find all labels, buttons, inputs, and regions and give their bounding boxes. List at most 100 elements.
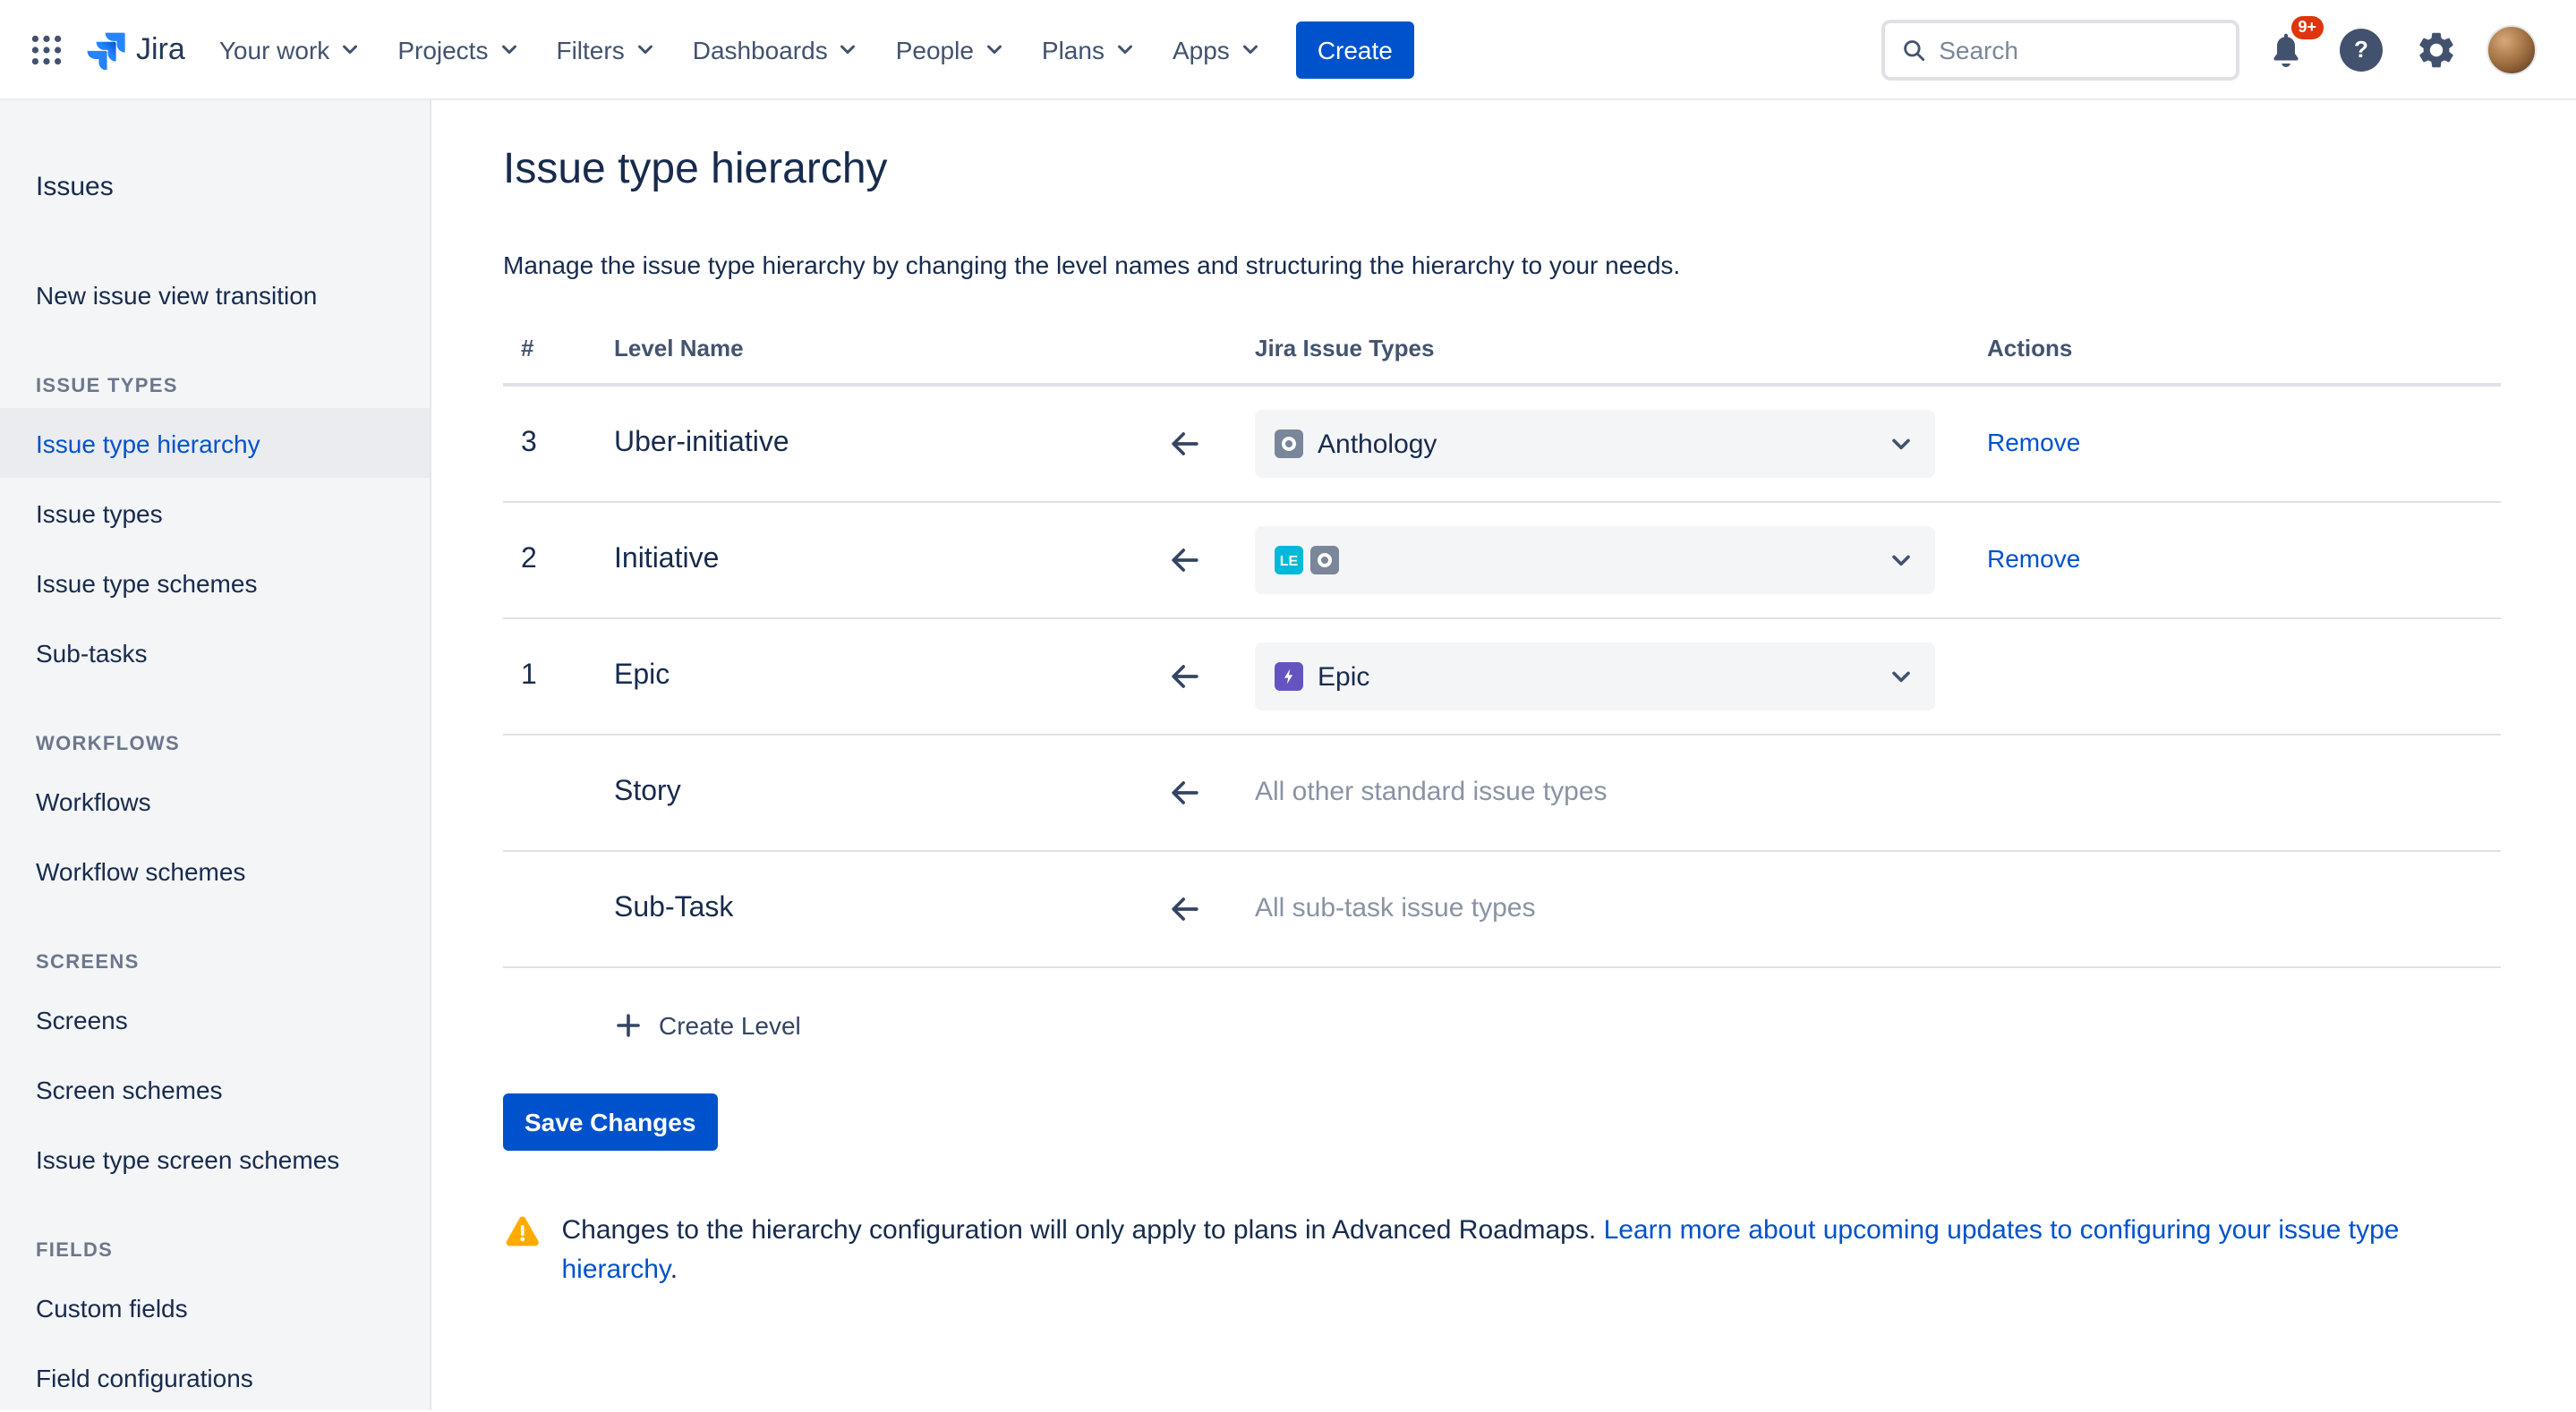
- sidebar-item-issue-type-hierarchy[interactable]: Issue type hierarchy: [0, 408, 430, 478]
- sidebar-item-sub-tasks[interactable]: Sub-tasks: [0, 617, 430, 687]
- notifications-button[interactable]: 9+: [2257, 21, 2315, 78]
- sidebar-item-new-issue-view-transition[interactable]: New issue view transition: [0, 259, 430, 329]
- issue-types-select[interactable]: LE: [1255, 526, 1935, 594]
- jira-logo-text: Jira: [136, 31, 185, 67]
- arrow-left-icon: [1165, 424, 1205, 464]
- table-row: 1 Epic Epic: [503, 619, 2501, 736]
- plus-icon: [614, 1011, 643, 1040]
- arrow-left-icon: [1165, 540, 1205, 580]
- table-row: 2 Initiative LE Remove: [503, 503, 2501, 619]
- search-box: [1881, 19, 2239, 80]
- settings-sidebar: Issues New issue view transition ISSUE T…: [0, 100, 431, 1410]
- arrow-left-icon: [1165, 657, 1205, 696]
- sidebar-item-screen-schemes[interactable]: Screen schemes: [0, 1054, 430, 1124]
- anthology-issue-type-icon: [1275, 430, 1303, 458]
- chevron-down-icon: [634, 38, 657, 61]
- column-header-issue-types: Jira Issue Types: [1255, 334, 1971, 361]
- chevron-down-icon: [1113, 38, 1137, 61]
- help-button[interactable]: ?: [2333, 21, 2390, 78]
- nav-item-apps[interactable]: Apps: [1156, 22, 1278, 76]
- search-input[interactable]: [1939, 35, 2220, 64]
- app-grid-icon: [30, 33, 63, 65]
- arrow-left-icon: [1165, 889, 1205, 929]
- level-name: Story: [614, 777, 1115, 809]
- chevron-down-icon: [1887, 546, 1915, 574]
- anthology-issue-type-icon: [1310, 546, 1339, 574]
- sidebar-heading-issue-types: ISSUE TYPES: [0, 376, 430, 397]
- notification-badge: 9+: [2290, 15, 2324, 38]
- table-row: 3 Uber-initiative Anthology Remove: [503, 387, 2501, 503]
- app-switcher-button[interactable]: [18, 21, 75, 78]
- chevron-down-icon: [1887, 662, 1915, 691]
- selected-issue-type-badges: LE: [1275, 546, 1339, 574]
- search-icon: [1901, 35, 1926, 64]
- sidebar-item-workflow-schemes[interactable]: Workflow schemes: [0, 836, 430, 906]
- main-content: Issue type hierarchy Manage the issue ty…: [431, 100, 2576, 1410]
- page-description: Manage the issue type hierarchy by chang…: [503, 251, 2501, 279]
- issue-types-select[interactable]: Anthology: [1255, 410, 1935, 478]
- hierarchy-table: # Level Name Jira Issue Types Actions 3 …: [503, 311, 2501, 968]
- chevron-down-icon: [1887, 430, 1915, 458]
- nav-item-plans[interactable]: Plans: [1026, 22, 1153, 76]
- create-button[interactable]: Create: [1296, 21, 1414, 78]
- settings-button[interactable]: [2408, 21, 2465, 78]
- gear-icon: [2415, 28, 2458, 71]
- le-issue-type-icon: LE: [1275, 546, 1303, 574]
- issue-types-placeholder: All sub-task issue types: [1255, 893, 1535, 923]
- level-number: 1: [503, 660, 614, 693]
- select-value: Epic: [1318, 661, 1369, 692]
- sidebar-item-field-configurations[interactable]: Field configurations: [0, 1342, 430, 1410]
- level-number: 3: [503, 428, 614, 460]
- arrow-left-icon: [1165, 773, 1205, 812]
- warning-text: Changes to the hierarchy configuration w…: [562, 1212, 2502, 1290]
- sidebar-title: Issues: [0, 161, 430, 213]
- sidebar-item-screens[interactable]: Screens: [0, 984, 430, 1054]
- nav-item-projects[interactable]: Projects: [381, 22, 536, 76]
- sidebar-item-workflows[interactable]: Workflows: [0, 766, 430, 836]
- nav-right-group: 9+ ?: [1881, 19, 2540, 80]
- chevron-down-icon: [338, 38, 362, 61]
- chevron-down-icon: [837, 38, 860, 61]
- save-changes-button[interactable]: Save Changes: [503, 1093, 717, 1151]
- level-name: Initiative: [614, 544, 1115, 576]
- remove-link[interactable]: Remove: [1987, 428, 2080, 456]
- avatar: [2486, 24, 2537, 74]
- level-name: Epic: [614, 660, 1115, 693]
- level-name: Sub-Task: [614, 893, 1115, 925]
- chevron-down-icon: [1239, 38, 1262, 61]
- table-row: Story All other standard issue types: [503, 736, 2501, 852]
- sidebar-heading-fields: FIELDS: [0, 1240, 430, 1262]
- primary-nav: Your work Projects Filters Dashboards Pe…: [203, 22, 1278, 76]
- issue-types-select[interactable]: Epic: [1255, 642, 1935, 710]
- table-row: Sub-Task All sub-task issue types: [503, 852, 2501, 968]
- column-header-number: #: [503, 334, 614, 361]
- issue-types-placeholder: All other standard issue types: [1255, 777, 1608, 807]
- profile-button[interactable]: [2483, 21, 2540, 78]
- nav-item-people[interactable]: People: [880, 22, 1022, 76]
- jira-settings-page: Jira Your work Projects Filters Dashboar…: [0, 0, 2576, 1412]
- sidebar-item-issue-types[interactable]: Issue types: [0, 478, 430, 548]
- jira-logo[interactable]: Jira: [75, 30, 203, 69]
- top-navigation: Jira Your work Projects Filters Dashboar…: [0, 0, 2576, 100]
- help-icon: ?: [2340, 28, 2383, 71]
- level-name: Uber-initiative: [614, 428, 1115, 460]
- chevron-down-icon: [983, 38, 1006, 61]
- column-header-actions: Actions: [1971, 334, 2501, 361]
- warning-banner: Changes to the hierarchy configuration w…: [503, 1212, 2501, 1290]
- warning-icon: [503, 1212, 542, 1251]
- sidebar-item-issue-type-screen-schemes[interactable]: Issue type screen schemes: [0, 1124, 430, 1194]
- create-level-label: Create Level: [659, 1011, 801, 1040]
- nav-item-dashboards[interactable]: Dashboards: [677, 22, 876, 76]
- table-header-row: # Level Name Jira Issue Types Actions: [503, 311, 2501, 387]
- remove-link[interactable]: Remove: [1987, 544, 2080, 573]
- select-value: Anthology: [1318, 429, 1437, 459]
- create-level-button[interactable]: Create Level: [614, 997, 2501, 1054]
- sidebar-item-issue-type-schemes[interactable]: Issue type schemes: [0, 548, 430, 617]
- sidebar-item-custom-fields[interactable]: Custom fields: [0, 1272, 430, 1342]
- sidebar-heading-workflows: WORKFLOWS: [0, 734, 430, 755]
- nav-item-your-work[interactable]: Your work: [203, 22, 379, 76]
- page-title: Issue type hierarchy: [503, 143, 2501, 197]
- epic-issue-type-icon: [1275, 662, 1303, 691]
- nav-item-filters[interactable]: Filters: [540, 22, 672, 76]
- sidebar-heading-screens: SCREENS: [0, 952, 430, 974]
